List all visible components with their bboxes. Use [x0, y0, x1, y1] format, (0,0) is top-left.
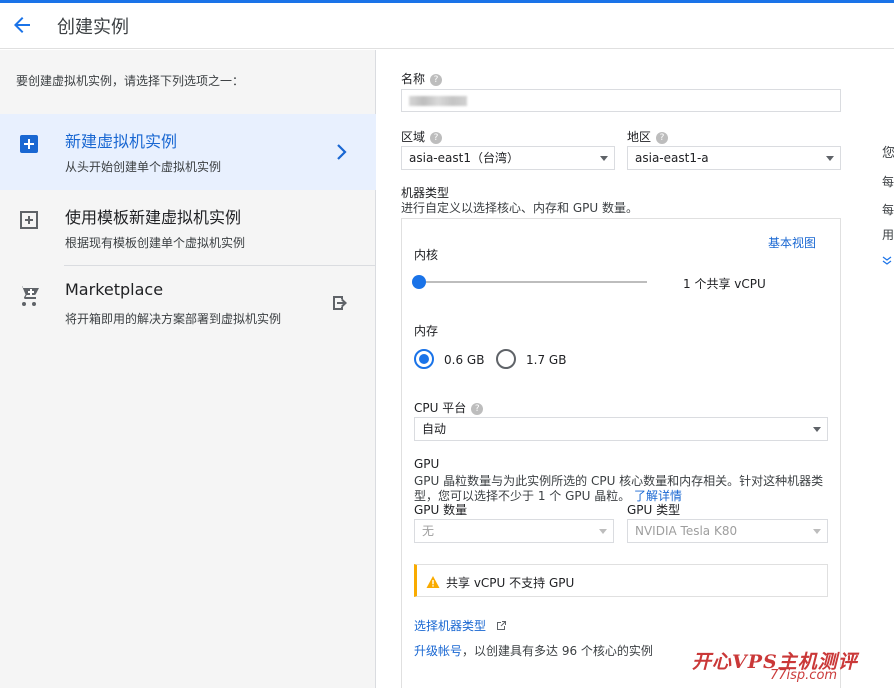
cores-label: 内核: [414, 248, 439, 262]
gpu-count-label: GPU 数量: [414, 503, 468, 517]
right-panel-line: 用: [882, 228, 894, 242]
memory-radio-1-7gb[interactable]: [496, 349, 516, 369]
watermark-site: 77isp.com: [770, 668, 838, 683]
name-input[interactable]: [401, 89, 841, 112]
gpu-type-label: GPU 类型: [627, 503, 681, 517]
select-machine-type-link[interactable]: 选择机器类型: [414, 619, 486, 633]
option-desc: 从头开始创建单个虚拟机实例: [65, 160, 222, 174]
option-marketplace[interactable]: Marketplace 将开箱即用的解决方案部署到虚拟机实例: [0, 266, 376, 342]
page-title: 创建实例: [57, 17, 129, 38]
region-select[interactable]: asia-east1（台湾）: [401, 146, 615, 170]
help-icon[interactable]: ?: [471, 403, 484, 415]
instance-form: 名称? 区域? asia-east1（台湾） 地区? asia-east1-a …: [376, 50, 894, 688]
page-header: 创建实例: [0, 3, 894, 49]
intro-text: 要创建虚拟机实例，请选择下列选项之一：: [16, 74, 245, 88]
select-machine-type-row: 选择机器类型: [414, 617, 507, 634]
cores-slider-thumb[interactable]: [412, 275, 426, 289]
memory-option-label: 0.6 GB: [444, 353, 485, 367]
dropdown-caret-icon: [813, 529, 821, 534]
zone-label: 地区?: [627, 128, 669, 145]
open-in-new-icon[interactable]: [496, 620, 507, 634]
chevron-right-icon: [334, 142, 350, 162]
upgrade-row: 升级帐号，以创建具有多达 96 个核心的实例: [414, 644, 653, 658]
zone-select[interactable]: asia-east1-a: [627, 146, 841, 170]
cpu-platform-label: CPU 平台?: [414, 399, 484, 416]
gpu-type-select[interactable]: NVIDIA Tesla K80: [627, 519, 828, 543]
cart-icon: [17, 284, 41, 308]
option-title: 使用模板新建虚拟机实例: [65, 208, 242, 227]
basic-view-link[interactable]: 基本视图: [768, 234, 816, 251]
machine-type-desc: 进行自定义以选择核心、内存和 GPU 数量。: [401, 201, 638, 215]
shared-vcpu-warning: 共享 vCPU 不支持 GPU: [414, 564, 828, 597]
open-external-icon: [330, 293, 350, 313]
blurred-name-value: [409, 96, 467, 106]
dropdown-caret-icon: [826, 156, 834, 161]
cpu-platform-select[interactable]: 自动: [414, 417, 828, 441]
add-box-icon: [17, 132, 41, 156]
cores-value: 1 个共享 vCPU: [683, 277, 766, 291]
add-from-template-icon: [17, 208, 41, 232]
back-arrow-icon[interactable]: [10, 13, 34, 37]
machine-type-card: 基本视图 内核 1 个共享 vCPU 内存 0.6 GB 1.7 GB CPU …: [401, 218, 841, 688]
gpu-count-select[interactable]: 无: [414, 519, 614, 543]
cores-slider-track[interactable]: [419, 281, 647, 283]
option-desc: 将开箱即用的解决方案部署到虚拟机实例: [65, 312, 282, 326]
memory-radio-0-6gb[interactable]: [414, 349, 434, 369]
gpu-label: GPU: [414, 457, 440, 471]
help-icon[interactable]: ?: [430, 74, 443, 86]
dropdown-caret-icon: [599, 529, 607, 534]
memory-option-label: 1.7 GB: [526, 353, 567, 367]
option-title: Marketplace: [65, 280, 164, 299]
option-new-vm[interactable]: 新建虚拟机实例 从头开始创建单个虚拟机实例: [0, 114, 376, 190]
expand-more-icon[interactable]: [882, 255, 892, 269]
right-panel-line: 每: [882, 175, 894, 189]
region-label: 区域?: [401, 128, 443, 145]
dropdown-caret-icon: [813, 427, 821, 432]
name-label: 名称?: [401, 70, 443, 87]
option-desc: 根据现有模板创建单个虚拟机实例: [65, 236, 246, 250]
help-icon[interactable]: ?: [430, 132, 443, 144]
option-from-template[interactable]: 使用模板新建虚拟机实例 根据现有模板创建单个虚拟机实例: [0, 190, 376, 266]
option-title: 新建虚拟机实例: [65, 132, 178, 151]
right-panel-heading: 您: [882, 146, 894, 161]
dropdown-caret-icon: [600, 156, 608, 161]
help-icon[interactable]: ?: [656, 132, 669, 144]
create-options-panel: 要创建虚拟机实例，请选择下列选项之一： 新建虚拟机实例 从头开始创建单个虚拟机实…: [0, 50, 376, 688]
warning-text: 共享 vCPU 不支持 GPU: [446, 576, 575, 590]
memory-label: 内存: [414, 324, 439, 338]
right-panel-line: 每: [882, 203, 894, 217]
warning-icon: [426, 574, 440, 588]
upgrade-account-link[interactable]: 升级帐号: [414, 644, 462, 658]
